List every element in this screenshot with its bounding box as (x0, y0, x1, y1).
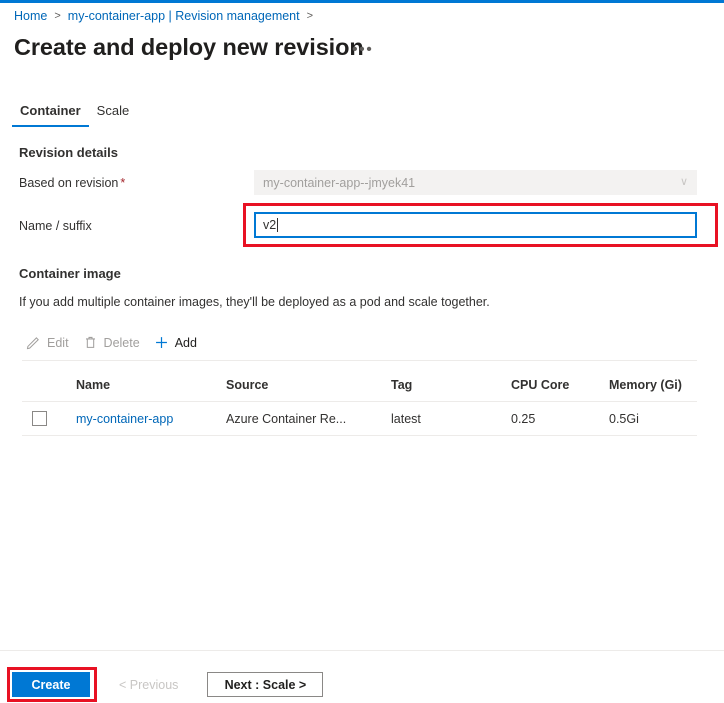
table-row[interactable]: my-container-app Azure Container Re... l… (22, 402, 697, 436)
top-accent-bar (0, 0, 724, 3)
text-caret (277, 218, 279, 232)
name-suffix-input[interactable]: v2 (254, 212, 697, 238)
next-scale-button[interactable]: Next : Scale > (207, 672, 324, 697)
breadcrumb-item-home[interactable]: Home (14, 9, 47, 23)
tab-container[interactable]: Container (12, 103, 89, 127)
column-header-name[interactable]: Name (76, 378, 226, 392)
container-image-heading: Container image (19, 266, 121, 281)
based-on-revision-value: my-container-app--jmyek41 (263, 175, 416, 190)
breadcrumb: Home > my-container-app | Revision manag… (14, 9, 320, 23)
page-title: Create and deploy new revision (14, 34, 364, 60)
column-header-tag[interactable]: Tag (391, 378, 511, 392)
cell-cpu-core: 0.25 (511, 411, 536, 426)
name-suffix-label: Name / suffix (19, 219, 92, 233)
create-revision-page: Home > my-container-app | Revision manag… (0, 0, 724, 703)
command-bar-divider (22, 360, 697, 361)
container-image-command-bar: Edit Delete Add (22, 332, 207, 353)
create-button[interactable]: Create (12, 672, 90, 697)
cell-memory: 0.5Gi (609, 411, 639, 426)
row-checkbox[interactable] (32, 411, 47, 426)
container-image-table: Name Source Tag CPU Core Memory (Gi) my-… (22, 368, 697, 436)
delete-button[interactable]: Delete (79, 332, 150, 353)
based-on-revision-dropdown[interactable]: my-container-app--jmyek41 ∨ (254, 170, 697, 195)
revision-details-heading: Revision details (19, 145, 118, 160)
trash-icon (83, 335, 98, 350)
more-options-icon[interactable]: ••• (352, 42, 373, 58)
breadcrumb-separator-icon: > (54, 10, 61, 22)
pencil-icon (26, 335, 41, 350)
table-header-row: Name Source Tag CPU Core Memory (Gi) (22, 368, 697, 402)
cell-name[interactable]: my-container-app (76, 412, 226, 426)
tab-scale[interactable]: Scale (89, 103, 138, 127)
breadcrumb-item-revision-management[interactable]: my-container-app | Revision management (68, 9, 300, 23)
plus-icon (154, 335, 169, 350)
based-on-revision-label: Based on revision * (19, 176, 125, 190)
required-asterisk: * (120, 176, 126, 190)
add-button-label: Add (174, 335, 197, 350)
tab-list: Container Scale (12, 103, 137, 127)
add-button[interactable]: Add (150, 332, 207, 353)
edit-button-label: Edit (47, 335, 69, 350)
previous-button: < Previous (119, 677, 179, 692)
footer-actions: Create < Previous Next : Scale > (12, 672, 324, 697)
column-header-memory[interactable]: Memory (Gi) (609, 378, 697, 392)
cell-tag: latest (391, 411, 421, 426)
breadcrumb-separator-icon-2: > (306, 10, 314, 22)
delete-button-label: Delete (103, 335, 140, 350)
chevron-down-icon: ∨ (679, 176, 688, 188)
cell-source: Azure Container Re... (226, 411, 347, 426)
name-suffix-value: v2 (263, 218, 277, 232)
row-select-cell (22, 411, 76, 426)
column-header-source[interactable]: Source (226, 378, 391, 392)
based-on-revision-label-text: Based on revision (19, 176, 119, 190)
column-header-cpu-core[interactable]: CPU Core (511, 378, 609, 392)
footer-divider (0, 650, 724, 651)
edit-button[interactable]: Edit (22, 332, 79, 353)
container-image-description: If you add multiple container images, th… (19, 295, 490, 309)
